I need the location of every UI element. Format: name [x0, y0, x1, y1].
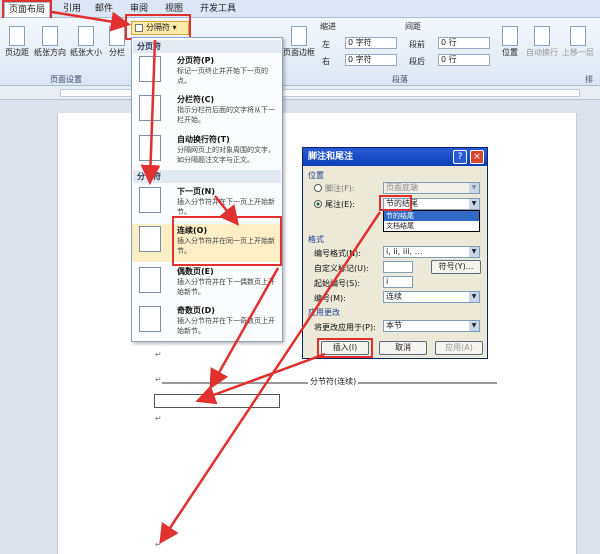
annotation-arrows [51, 10, 382, 545]
arrow-tab-to-breaks [51, 10, 131, 32]
arrow-endnote-to-page [159, 211, 382, 545]
arrow-breaks-to-menu [140, 39, 161, 185]
arrow-insert-to-table [195, 352, 326, 405]
arrow-to-section-break [209, 267, 280, 390]
arrow-to-continuous [214, 195, 240, 226]
